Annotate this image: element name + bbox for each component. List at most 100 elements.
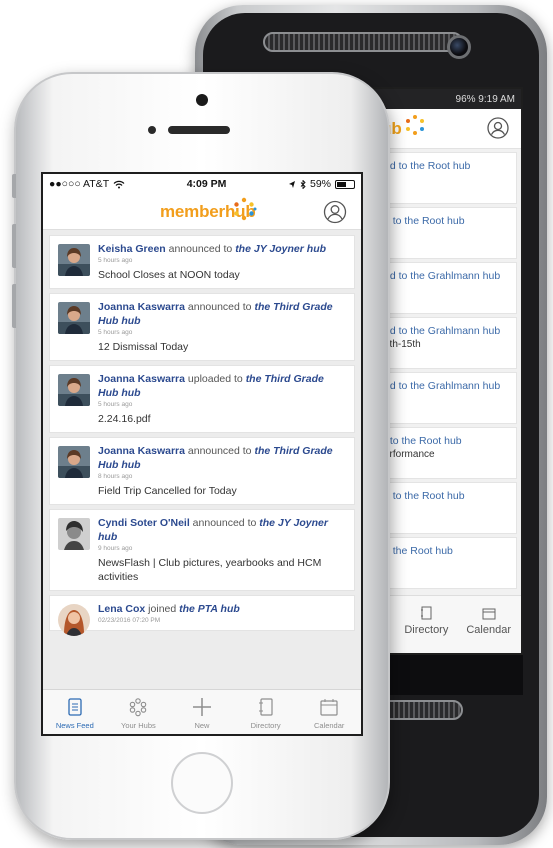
volume-up-button (12, 224, 16, 268)
location-icon (288, 180, 295, 188)
mute-switch (12, 174, 16, 198)
hub-link[interactable]: the JY Joyner hub (235, 243, 326, 255)
android-header: ub (373, 109, 521, 149)
hub-link[interactable]: the PTA hub (179, 603, 240, 615)
carrier-text: ●●○○○ AT&T (49, 178, 110, 190)
timestamp: 5 hours ago (98, 329, 133, 336)
post-body: School Closes at NOON today (98, 269, 240, 281)
feed-card[interactable]: Joanna Kaswarra uploaded to the Third Gr… (49, 365, 355, 433)
iphone-screen: ●●○○○ AT&T 4:09 PM 59% memberhub Keisha … (41, 172, 363, 736)
android-status-bar: 96% 9:19 AM (373, 89, 521, 109)
android-card-text: ed to the Root hub (384, 160, 471, 172)
feed-headline: Joanna Kaswarra uploaded to the Third Gr… (98, 372, 346, 400)
post-body: 12 Dismissal Today (98, 341, 189, 353)
avatar (58, 302, 90, 334)
tab-label: New (194, 721, 210, 730)
home-button (171, 752, 233, 814)
plus-icon (192, 698, 211, 716)
android-feed-card[interactable]: ed to the Root hub (377, 152, 517, 204)
android-card-text: t to the Root hub (384, 435, 462, 447)
android-top-speaker (263, 32, 463, 52)
android-feed: ed to the Root hub d to the Root hub ed to… (373, 152, 521, 589)
feed-card[interactable]: Cyndi Soter O'Neil announced to the JY J… (49, 509, 355, 591)
action-text: announced to (184, 445, 255, 457)
logo-dots-icon (406, 115, 424, 135)
bluetooth-icon (300, 179, 306, 189)
calendar-icon (320, 699, 338, 716)
android-camera (447, 35, 471, 59)
timestamp: 5 hours ago (98, 401, 133, 408)
tab-new[interactable]: New (171, 690, 233, 734)
author-name[interactable]: Keisha Green (98, 243, 166, 255)
tab-label: Your Hubs (121, 721, 156, 730)
author-name[interactable]: Joanna Kaswarra (98, 445, 185, 457)
timestamp: 5 hours ago (98, 257, 133, 264)
action-text: announced to (165, 243, 236, 255)
android-tab-label: Directory (404, 624, 449, 636)
feed-card[interactable]: Joanna Kaswarra announced to the Third G… (49, 437, 355, 505)
logo-dots-icon (234, 197, 257, 221)
feed-card[interactable]: Lena Cox joined the PTA hub 02/23/2016 07… (49, 595, 355, 636)
avatar-image (58, 604, 90, 636)
avatar (58, 518, 90, 550)
battery-icon (335, 179, 355, 189)
timestamp: 8 hours ago (98, 473, 133, 480)
timestamp: 02/23/2016 07:20 PM (98, 617, 161, 624)
android-card-text: ed to the Grahlmann hub (384, 380, 501, 392)
android-card-text: d to the Root hub (384, 215, 465, 227)
iphone-earpiece (168, 126, 230, 134)
status-bar: ●●○○○ AT&T 4:09 PM 59% (43, 174, 361, 194)
android-tab-label: Calendar (466, 624, 511, 636)
profile-icon[interactable] (323, 200, 347, 224)
action-text: announced to (184, 301, 255, 313)
avatar-image (58, 446, 90, 478)
post-body: NewsFlash | Club pictures, yearbooks and… (98, 557, 322, 583)
android-tab-directory[interactable]: Directory (404, 596, 448, 653)
feed-headline: Joanna Kaswarra announced to the Third G… (98, 444, 346, 472)
tab-bar: News Feed Your Hubs New Directory Calendar (43, 689, 361, 734)
feed-headline: Joanna Kaswarra announced to the Third G… (98, 300, 346, 328)
author-name[interactable]: Joanna Kaswarra (98, 301, 185, 313)
feed-headline: Lena Cox joined the PTA hub (98, 602, 346, 616)
volume-down-button (12, 284, 16, 328)
wifi-icon (113, 180, 125, 188)
news-feed-list: Keisha Green announced to the JY Joyner … (43, 231, 361, 689)
android-card-text: ed to the Grahlmann hub (384, 270, 501, 282)
tab-calendar[interactable]: Calendar (298, 690, 360, 734)
action-text: uploaded to (184, 373, 246, 385)
author-name[interactable]: Lena Cox (98, 603, 145, 615)
android-card-text: o the Root hub (384, 545, 453, 557)
timestamp: 9 hours ago (98, 545, 133, 552)
avatar (58, 244, 90, 276)
battery-fill (337, 181, 347, 187)
avatar-image (58, 518, 90, 550)
android-feed-card[interactable]: t to the Root hub erformance (377, 427, 517, 479)
profile-icon[interactable] (487, 117, 509, 139)
android-feed-card[interactable]: d to the Root hub (377, 482, 517, 534)
android-card-extra: 1th-15th (384, 339, 421, 350)
feed-card[interactable]: Keisha Green announced to the JY Joyner … (49, 235, 355, 289)
logo-member-text: member (160, 202, 225, 221)
android-feed-card[interactable]: ed to the Grahlmann hub (377, 372, 517, 424)
avatar-image (58, 302, 90, 334)
avatar (58, 604, 90, 636)
action-text: announced to (189, 517, 260, 529)
android-feed-card[interactable]: d to the Root hub (377, 207, 517, 259)
android-tab-calendar[interactable]: Calendar (466, 596, 511, 653)
feed-card[interactable]: Joanna Kaswarra announced to the Third G… (49, 293, 355, 361)
directory-icon (421, 606, 432, 620)
feed-headline: Cyndi Soter O'Neil announced to the JY J… (98, 516, 346, 544)
author-name[interactable]: Joanna Kaswarra (98, 373, 185, 385)
avatar-image (58, 374, 90, 406)
android-card-extra: erformance (384, 449, 435, 460)
author-name[interactable]: Cyndi Soter O'Neil (98, 517, 190, 529)
android-card-text: d to the Root hub (384, 490, 465, 502)
tab-directory[interactable]: Directory (235, 690, 297, 734)
android-feed-card[interactable]: o the Root hub (377, 537, 517, 589)
tab-label: Directory (250, 721, 281, 730)
android-feed-card[interactable]: ed to the Grahlmann hub (377, 262, 517, 314)
tab-news-feed[interactable]: News Feed (44, 690, 106, 734)
tab-your-hubs[interactable]: Your Hubs (107, 690, 169, 734)
android-feed-card[interactable]: ed to the Grahlmann hub 1th-15th (377, 317, 517, 369)
post-body: Field Trip Cancelled for Today (98, 485, 237, 497)
